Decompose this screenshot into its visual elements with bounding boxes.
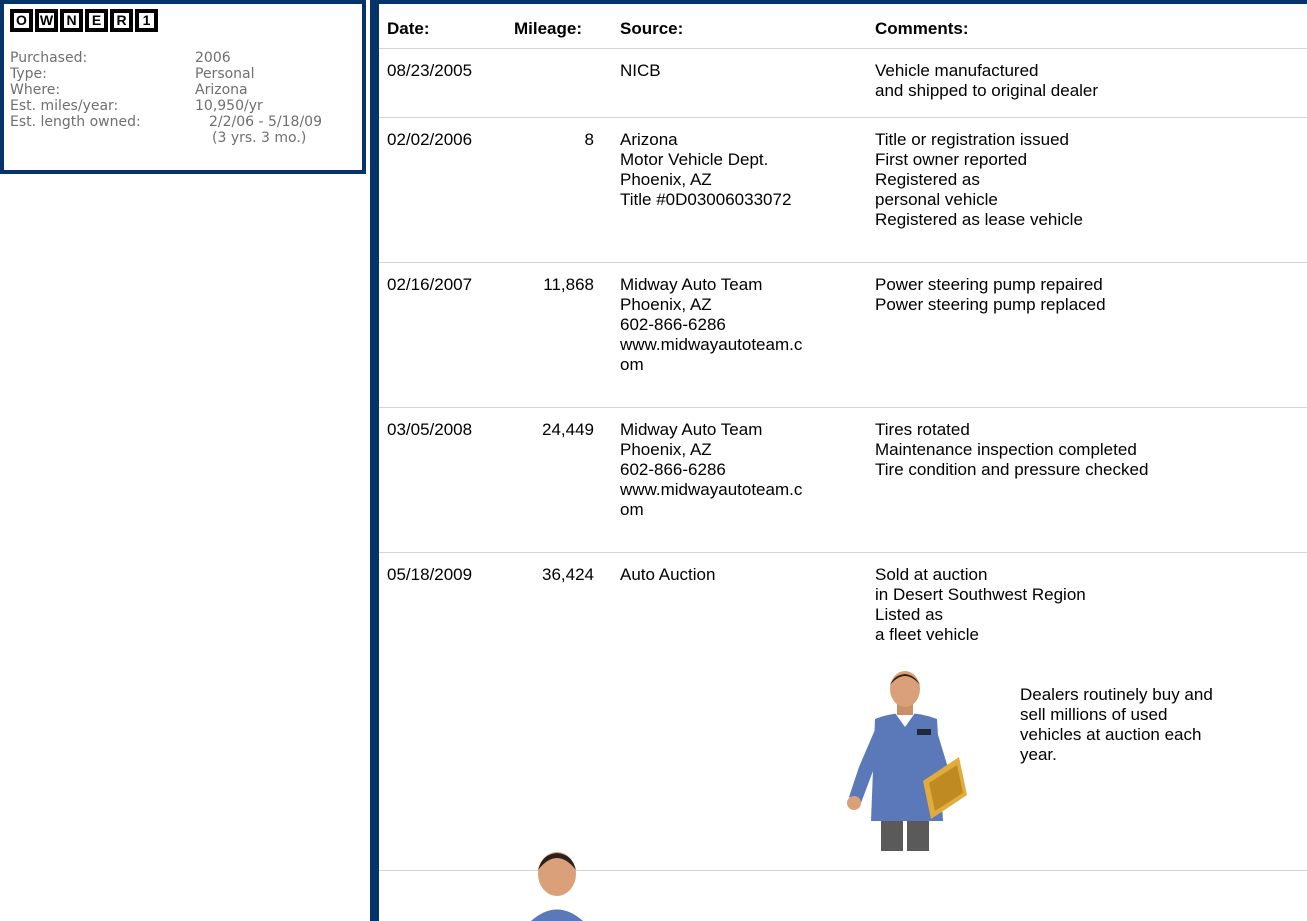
field-value: Arizona (195, 82, 248, 98)
table-row: 03/05/2008 24,449 Midway Auto Team Phoen… (379, 408, 1307, 553)
event-comments: Title or registration issued First owner… (875, 130, 1305, 230)
owner-field-where: Where: Arizona (10, 82, 360, 98)
logo-letter: O (14, 13, 29, 28)
event-date: 02/16/2007 (387, 275, 473, 294)
source-line: Phoenix, AZ (620, 295, 712, 314)
field-label: Est. miles/year: (10, 98, 119, 114)
source-line: om (620, 500, 644, 519)
source-line: Phoenix, AZ (620, 170, 712, 189)
field-value: 10,950/yr (195, 98, 263, 114)
advisor-figure-icon (847, 671, 967, 851)
timeline-vertical-bar (370, 0, 379, 921)
field-value: Personal (195, 66, 255, 82)
owner-info: Purchased: 2006 Type: Personal Where: Ar… (10, 50, 360, 146)
source-line: www.midwayautoteam.c (620, 480, 803, 499)
comment-line: a fleet vehicle (875, 625, 979, 644)
comment-line: Vehicle manufactured (875, 61, 1039, 80)
source-line: Auto Auction (620, 565, 716, 584)
length-note: (3 yrs. 3 mo.) (212, 130, 307, 146)
event-date: 08/23/2005 (387, 61, 473, 80)
field-label: Type: (10, 66, 47, 82)
event-mileage: 24,449 (542, 420, 594, 439)
event-mileage: 8 (584, 130, 594, 149)
comment-line: and shipped to original dealer (875, 81, 1099, 100)
advisor-figure-icon (531, 852, 583, 921)
header-date: Date: (387, 19, 430, 38)
event-source: Arizona Motor Vehicle Dept. Phoenix, AZ … (620, 130, 870, 210)
event-source: Midway Auto Team Phoenix, AZ 602-866-628… (620, 420, 870, 520)
header-mileage: Mileage: (514, 19, 583, 38)
auction-note: Dealers routinely buy and sell millions … (1020, 685, 1290, 765)
event-date: 02/02/2006 (387, 130, 473, 149)
comment-line: Tires rotated (875, 420, 970, 439)
source-line: Phoenix, AZ (620, 440, 712, 459)
table-header: Date: Mileage: Source: Comments: (379, 4, 1307, 49)
comment-line: in Desert Southwest Region (875, 585, 1086, 604)
field-label: Where: (10, 82, 61, 98)
field-label: Purchased: (10, 50, 88, 66)
logo-letter: N (64, 13, 79, 28)
source-line: www.midwayautoteam.c (620, 335, 803, 354)
source-line: Motor Vehicle Dept. (620, 150, 769, 169)
owner-logo: O W N E R 1 (10, 9, 158, 32)
owner-length-note-row: (3 yrs. 3 mo.) (10, 130, 360, 146)
logo-letter: 1 (139, 13, 154, 28)
owner-field-miles: Est. miles/year: 10,950/yr (10, 98, 360, 114)
event-comments: Sold at auction in Desert Southwest Regi… (875, 565, 1305, 645)
comment-line: Power steering pump repaired (875, 275, 1103, 294)
comment-line: Power steering pump replaced (875, 295, 1106, 314)
header-source: Source: (620, 19, 684, 38)
owner-summary-box: O W N E R 1 Purchased: 2006 Type: Person… (0, 0, 366, 174)
comment-line: Tire condition and pressure checked (875, 460, 1149, 479)
field-value: 2006 (195, 50, 231, 66)
event-source: Midway Auto Team Phoenix, AZ 602-866-628… (620, 275, 870, 375)
owner-field-type: Type: Personal (10, 66, 360, 82)
note-line: Dealers routinely buy and (1020, 685, 1213, 704)
note-line: vehicles at auction each (1020, 725, 1202, 744)
note-line: year. (1020, 745, 1057, 764)
source-line: om (620, 355, 644, 374)
table-row: 08/23/2005 NICB Vehicle manufactured and… (379, 49, 1307, 118)
event-date: 03/05/2008 (387, 420, 473, 439)
source-line: 602-866-6286 (620, 460, 726, 479)
source-line: NICB (620, 61, 661, 80)
comment-line: personal vehicle (875, 190, 998, 209)
source-line: 602-866-6286 (620, 315, 726, 334)
event-mileage: 36,424 (542, 565, 594, 584)
table-row: 02/16/2007 11,868 Midway Auto Team Phoen… (379, 263, 1307, 408)
event-comments: Power steering pump repaired Power steer… (875, 275, 1305, 315)
source-line: Arizona (620, 130, 678, 149)
table-row: 02/02/2006 8 Arizona Motor Vehicle Dept.… (379, 118, 1307, 263)
event-source: NICB (620, 61, 870, 81)
table-row: 05/18/2009 36,424 Auto Auction Sold at a… (379, 553, 1307, 871)
vehicle-history-table: Date: Mileage: Source: Comments: 08/23/2… (379, 4, 1307, 871)
event-source: Auto Auction (620, 565, 870, 585)
field-value: 2/2/06 - 5/18/09 (209, 114, 322, 130)
event-mileage: 11,868 (543, 275, 594, 294)
logo-letter: E (89, 13, 104, 28)
event-date: 05/18/2009 (387, 565, 473, 584)
comment-line: Title or registration issued (875, 130, 1070, 149)
comment-line: First owner reported (875, 150, 1028, 169)
owner-field-purchased: Purchased: 2006 (10, 50, 360, 66)
comment-line: Listed as (875, 605, 944, 624)
logo-letter: W (39, 12, 54, 28)
note-line: sell millions of used (1020, 705, 1168, 724)
logo-letter: R (114, 13, 129, 28)
owner-field-length: Est. length owned: 2/2/06 - 5/18/09 (10, 114, 360, 130)
source-line: Title #0D03006033072 (620, 190, 792, 209)
event-comments: Vehicle manufactured and shipped to orig… (875, 61, 1305, 101)
comment-line: Registered as lease vehicle (875, 210, 1083, 229)
event-comments: Tires rotated Maintenance inspection com… (875, 420, 1305, 480)
comment-line: Sold at auction (875, 565, 988, 584)
source-line: Midway Auto Team (620, 275, 763, 294)
field-label: Est. length owned: (10, 114, 141, 130)
comment-line: Registered as (875, 170, 980, 189)
header-comments: Comments: (875, 19, 969, 38)
source-line: Midway Auto Team (620, 420, 763, 439)
comment-line: Maintenance inspection completed (875, 440, 1137, 459)
